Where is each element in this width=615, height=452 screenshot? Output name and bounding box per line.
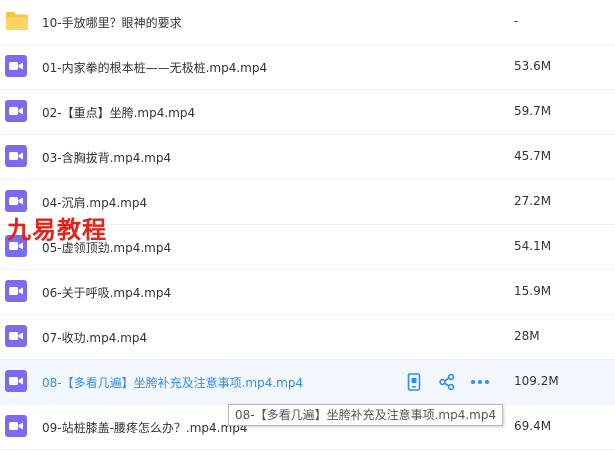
file-row-hovered[interactable]: 08-【多看几遍】坐胯补充及注意事项.mp4.mp4 109.2M xyxy=(0,360,615,405)
file-name[interactable]: 02-【重点】坐胯.mp4.mp4 xyxy=(42,104,195,121)
file-size: - xyxy=(514,14,519,28)
video-file-icon xyxy=(5,325,27,347)
row-actions xyxy=(404,372,503,392)
video-file-icon xyxy=(5,370,27,392)
video-file-icon xyxy=(5,100,27,122)
file-size: 54.1M xyxy=(514,239,552,253)
file-name[interactable]: 10-手放哪里？眼神的要求 xyxy=(42,14,182,31)
file-row[interactable]: 10-手放哪里？眼神的要求 - xyxy=(0,0,615,45)
filename-tooltip: 08-【多看几遍】坐胯补充及注意事项.mp4.mp4 xyxy=(228,404,504,426)
folder-icon xyxy=(5,10,28,32)
file-name[interactable]: 08-【多看几遍】坐胯补充及注意事项.mp4.mp4 xyxy=(42,374,303,391)
file-row[interactable]: 07-收功.mp4.mp4 28M xyxy=(0,315,615,360)
file-name[interactable]: 07-收功.mp4.mp4 xyxy=(42,329,147,346)
file-size: 45.7M xyxy=(514,149,552,163)
file-size: 53.6M xyxy=(514,59,552,73)
video-file-icon xyxy=(5,280,27,302)
file-row[interactable]: 06-关于呼吸.mp4.mp4 15.9M xyxy=(0,270,615,315)
file-size: 59.7M xyxy=(514,104,552,118)
file-size: 69.4M xyxy=(514,419,552,433)
file-row[interactable]: 02-【重点】坐胯.mp4.mp4 59.7M xyxy=(0,90,615,135)
more-icon[interactable] xyxy=(470,372,490,392)
file-name[interactable]: 03-含胸拔背.mp4.mp4 xyxy=(42,149,171,166)
video-file-icon xyxy=(5,145,27,167)
file-name[interactable]: 04-沉肩.mp4.mp4 xyxy=(42,194,147,211)
file-size: 15.9M xyxy=(514,284,552,298)
phone-icon[interactable] xyxy=(404,372,424,392)
file-size: 28M xyxy=(514,329,540,343)
video-file-icon xyxy=(5,415,27,437)
watermark-text: 九易教程 xyxy=(7,216,107,244)
file-row[interactable]: 01-内家拳的根本桩——无极桩.mp4.mp4 53.6M xyxy=(0,45,615,90)
video-file-icon xyxy=(5,55,27,77)
file-row[interactable]: 03-含胸拔背.mp4.mp4 45.7M xyxy=(0,135,615,180)
file-size: 109.2M xyxy=(514,374,559,388)
file-size: 27.2M xyxy=(514,194,552,208)
file-name[interactable]: 09-站桩膝盖-腰疼怎么办？.mp4.mp4 xyxy=(42,419,247,436)
share-icon[interactable] xyxy=(437,372,457,392)
file-name[interactable]: 01-内家拳的根本桩——无极桩.mp4.mp4 xyxy=(42,59,267,76)
file-name[interactable]: 06-关于呼吸.mp4.mp4 xyxy=(42,284,171,301)
video-file-icon xyxy=(5,190,27,212)
